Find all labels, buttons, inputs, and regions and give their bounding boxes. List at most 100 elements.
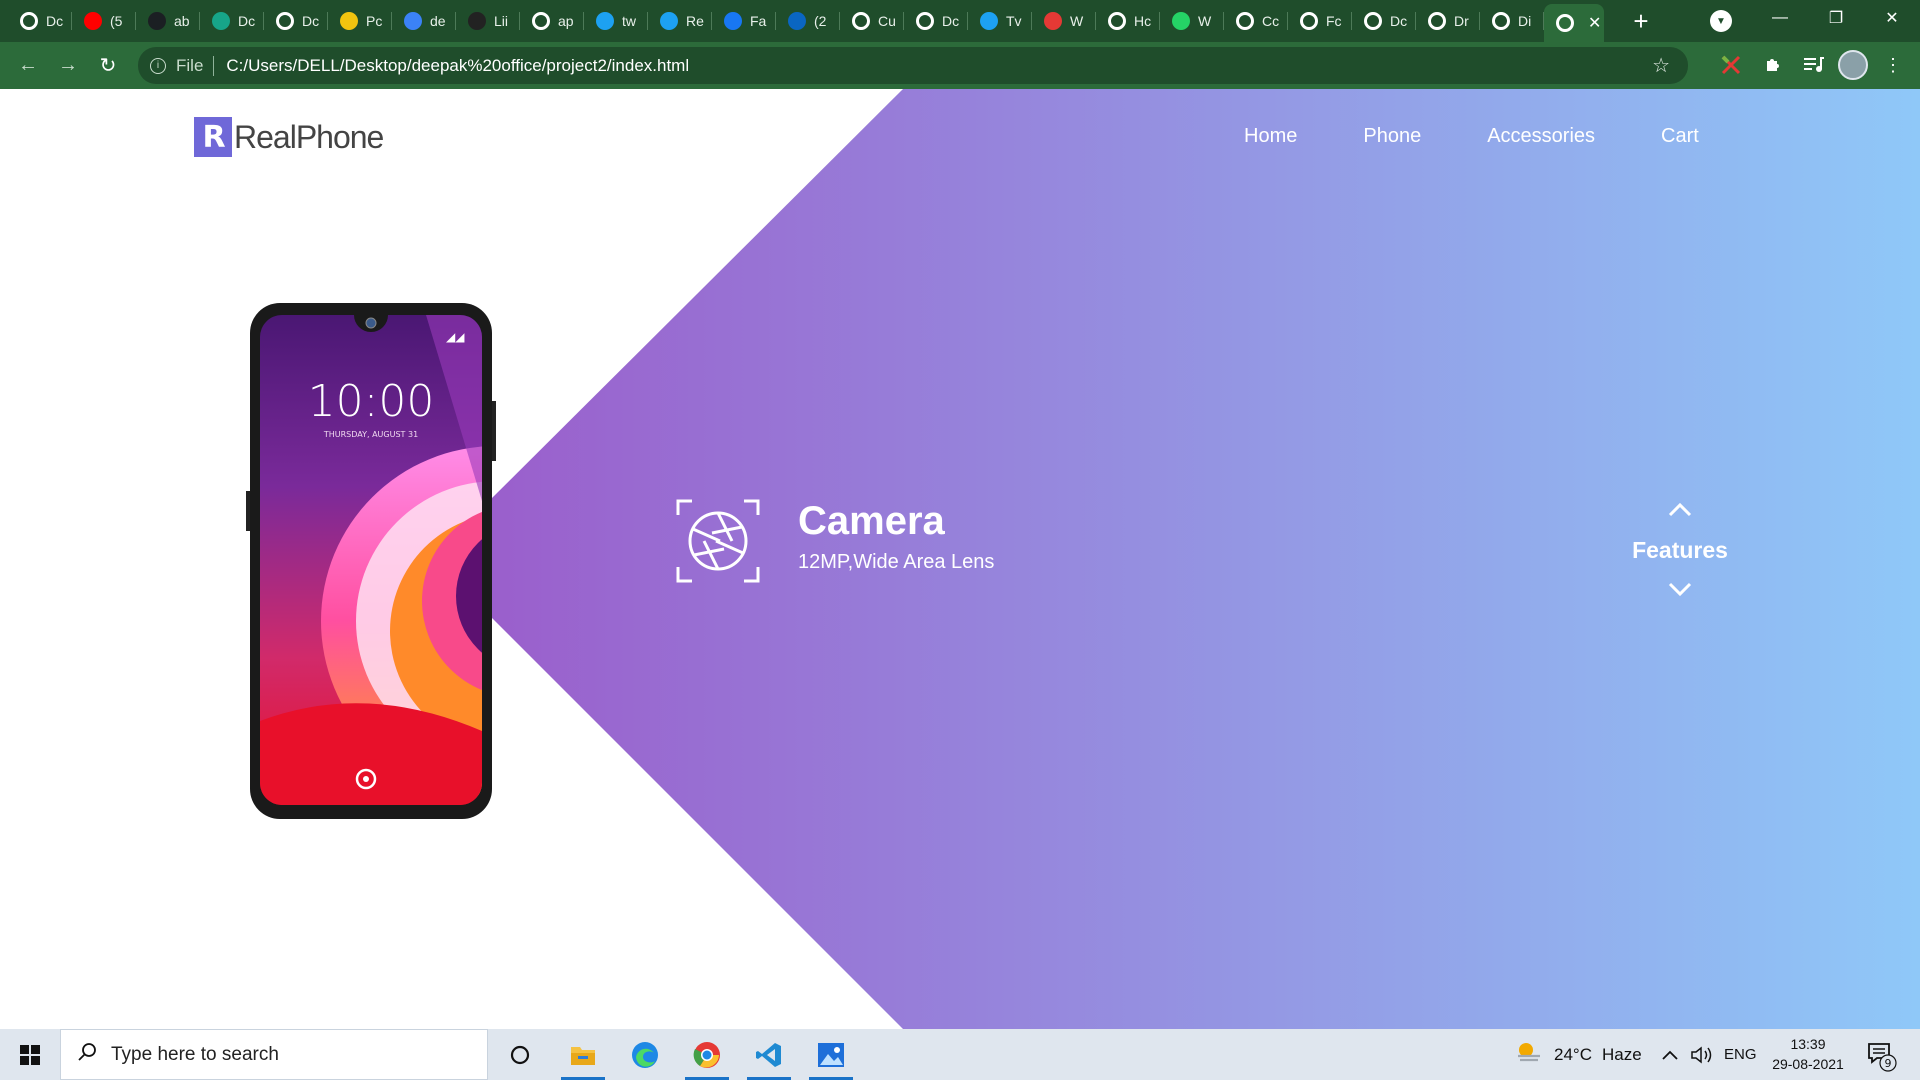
browser-tab[interactable]: W bbox=[1160, 0, 1224, 42]
file-explorer-icon[interactable] bbox=[557, 1029, 609, 1080]
nav-accessories[interactable]: Accessories bbox=[1487, 125, 1595, 148]
browser-tab[interactable]: Hc bbox=[1096, 0, 1160, 42]
reload-icon[interactable]: ↻ bbox=[88, 46, 128, 86]
address-bar[interactable]: i File C:/Users/DELL/Desktop/deepak%20of… bbox=[138, 47, 1688, 84]
active-browser-tab[interactable]: ✕ bbox=[1544, 4, 1604, 42]
facebook-icon bbox=[724, 12, 742, 30]
tab-title: Dc bbox=[46, 13, 64, 29]
tab-title: de bbox=[430, 13, 446, 29]
tab-title: ap bbox=[558, 13, 574, 29]
browser-tab[interactable]: Dc bbox=[264, 0, 328, 42]
browser-tab[interactable]: Dr bbox=[1416, 0, 1480, 42]
globe-icon bbox=[1428, 12, 1446, 30]
tab-title: Pc bbox=[366, 13, 383, 29]
tab-title: Tv bbox=[1006, 13, 1022, 29]
bookmark-star-icon[interactable]: ☆ bbox=[1652, 53, 1670, 78]
browser-tab[interactable]: Lii bbox=[456, 0, 520, 42]
profile-avatar[interactable] bbox=[1838, 50, 1868, 80]
clock-date: 29-08-2021 bbox=[1772, 1056, 1844, 1072]
google-icon bbox=[532, 12, 550, 30]
browser-tab[interactable]: Di bbox=[1480, 0, 1544, 42]
forward-arrow-icon[interactable]: → bbox=[48, 46, 88, 86]
media-control-icon[interactable] bbox=[1800, 52, 1826, 78]
browser-menu-icon[interactable]: ⋮ bbox=[1880, 52, 1906, 78]
nav-cart[interactable]: Cart bbox=[1661, 125, 1699, 148]
browser-tab[interactable]: Dc bbox=[904, 0, 968, 42]
notification-center-icon[interactable]: 9 bbox=[1864, 1038, 1898, 1072]
address-scheme: File bbox=[176, 55, 204, 75]
nav-home[interactable]: Home bbox=[1244, 125, 1297, 148]
extension-tools-icon[interactable] bbox=[1718, 52, 1744, 78]
weather-widget[interactable]: 24°C Haze bbox=[1516, 1029, 1642, 1080]
extensions-puzzle-icon[interactable] bbox=[1760, 52, 1786, 78]
phone-image: ◢◢ 10:00 THURSDAY, AUGUST 31 bbox=[246, 303, 496, 819]
vscode-icon[interactable] bbox=[743, 1029, 795, 1080]
address-url: C:/Users/DELL/Desktop/deepak%20office/pr… bbox=[226, 55, 690, 75]
cortana-icon[interactable] bbox=[494, 1029, 546, 1080]
linkedin-icon bbox=[788, 12, 806, 30]
browser-tab[interactable]: ap bbox=[520, 0, 584, 42]
show-hidden-icons-icon[interactable] bbox=[1661, 1029, 1679, 1080]
weather-haze-icon bbox=[1516, 1041, 1542, 1068]
search-icon bbox=[77, 1042, 97, 1068]
browser-tab[interactable]: Dc bbox=[1352, 0, 1416, 42]
browser-tab[interactable]: tw bbox=[584, 0, 648, 42]
chevron-down-icon[interactable] bbox=[1666, 580, 1694, 598]
close-tab-icon[interactable]: ✕ bbox=[1588, 13, 1601, 33]
main-nav: Home Phone Accessories Cart bbox=[1244, 125, 1765, 148]
search-placeholder: Type here to search bbox=[111, 1043, 279, 1065]
nav-phone[interactable]: Phone bbox=[1363, 125, 1421, 148]
youtube-icon bbox=[84, 12, 102, 30]
back-arrow-icon[interactable]: ← bbox=[8, 46, 48, 86]
feature-highlight: Camera 12MP,Wide Area Lens bbox=[676, 499, 994, 583]
globe-icon bbox=[1364, 12, 1382, 30]
browser-tab[interactable]: de bbox=[392, 0, 456, 42]
tab-title: Fc bbox=[1326, 13, 1342, 29]
tab-title: Dc bbox=[238, 13, 256, 29]
tab-title: W bbox=[1198, 13, 1212, 29]
logo-mark: R bbox=[194, 117, 232, 157]
close-window-icon[interactable]: ✕ bbox=[1864, 0, 1920, 36]
info-icon[interactable]: i bbox=[150, 57, 166, 74]
browser-tab[interactable]: Tv bbox=[968, 0, 1032, 42]
twitter-icon bbox=[980, 12, 998, 30]
input-language[interactable]: ENG bbox=[1724, 1029, 1757, 1080]
globe-icon bbox=[276, 12, 294, 30]
browser-tab[interactable]: Cc bbox=[1224, 0, 1288, 42]
feature-title: Camera bbox=[798, 499, 945, 543]
webpage: R RealPhone Home Phone Accessories Cart bbox=[0, 89, 1920, 1029]
tab-title: Cu bbox=[878, 13, 896, 29]
tab-title: Dc bbox=[1390, 13, 1408, 29]
browser-tab[interactable]: (2 bbox=[776, 0, 840, 42]
browser-tab[interactable]: Re bbox=[648, 0, 712, 42]
browser-tab[interactable]: Fa bbox=[712, 0, 776, 42]
windows-start-icon[interactable] bbox=[0, 1029, 60, 1080]
diamond-icon bbox=[212, 12, 230, 30]
browser-tab[interactable]: Pc bbox=[328, 0, 392, 42]
phone-clock-date: THURSDAY, AUGUST 31 bbox=[323, 430, 418, 439]
edge-browser-icon[interactable] bbox=[619, 1029, 671, 1080]
restore-icon[interactable]: ❐ bbox=[1808, 0, 1864, 36]
tab-title: (5 bbox=[110, 13, 123, 29]
chrome-browser-icon[interactable] bbox=[681, 1029, 733, 1080]
tab-search-icon[interactable]: ▼ bbox=[1710, 10, 1732, 32]
taskbar-search-box[interactable]: Type here to search bbox=[60, 1029, 488, 1080]
photos-app-icon[interactable] bbox=[805, 1029, 857, 1080]
chevron-up-icon[interactable] bbox=[1666, 501, 1694, 519]
browser-tab[interactable]: Dc bbox=[8, 0, 72, 42]
browser-tab[interactable]: (5 bbox=[72, 0, 136, 42]
browser-tab[interactable]: ab bbox=[136, 0, 200, 42]
browser-tab[interactable]: W bbox=[1032, 0, 1096, 42]
site-logo[interactable]: R RealPhone bbox=[194, 117, 384, 157]
browser-tab[interactable]: Fc bbox=[1288, 0, 1352, 42]
minimize-icon[interactable]: — bbox=[1752, 0, 1808, 36]
twitter-icon bbox=[596, 12, 614, 30]
tab-title: (2 bbox=[814, 13, 827, 29]
browser-tab[interactable]: Cu bbox=[840, 0, 904, 42]
tab-title: Hc bbox=[1134, 13, 1152, 29]
volume-icon[interactable] bbox=[1690, 1029, 1714, 1080]
new-tab-button[interactable]: + bbox=[1626, 6, 1656, 37]
browser-tab[interactable]: Dc bbox=[200, 0, 264, 42]
notification-count: 9 bbox=[1885, 1057, 1892, 1070]
taskbar-clock[interactable]: 13:39 29-08-2021 bbox=[1766, 1034, 1850, 1074]
